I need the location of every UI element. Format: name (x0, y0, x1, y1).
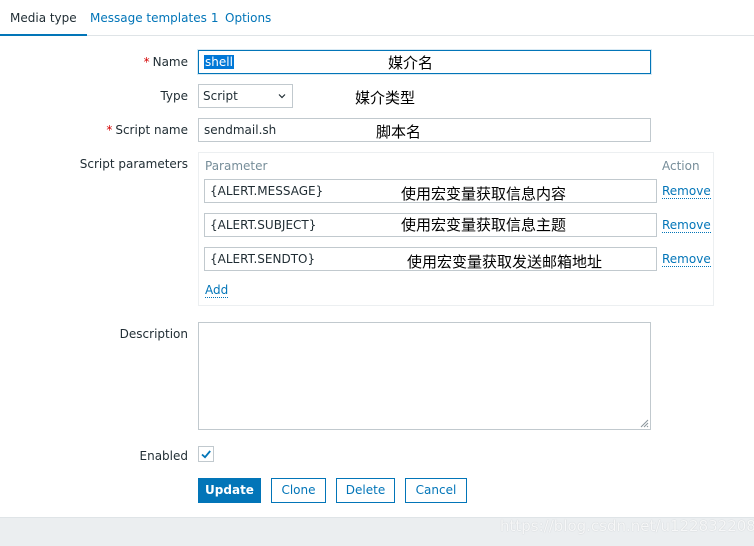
type-annotation: 媒介类型 (355, 89, 416, 107)
tab-message-templates[interactable]: Message templates 1 (90, 0, 218, 36)
type-label: Type (160, 89, 188, 103)
name-annotation: 媒介名 (388, 54, 434, 72)
cancel-button[interactable]: Cancel (405, 478, 467, 503)
script-name-input[interactable]: sendmail.sh (198, 118, 651, 142)
description-label: Description (119, 327, 188, 341)
parameter-annotation: 使用宏变量获取信息内容 (401, 185, 567, 203)
parameter-annotation: 使用宏变量获取信息主题 (401, 216, 567, 234)
tab-options[interactable]: Options (225, 0, 271, 36)
add-parameter-link[interactable]: Add (205, 283, 229, 298)
script-name-label: * Script name (0, 123, 188, 137)
tab-media-type-label: Media type (10, 11, 77, 25)
script-name-required-mark: * (106, 123, 113, 137)
parameter-column-header: Parameter (205, 159, 268, 173)
tab-message-templates-count: 1 (210, 11, 219, 25)
name-label: * Name (0, 55, 188, 69)
script-parameters-label: Script parameters (79, 157, 188, 171)
parameter-value: {ALERT.MESSAGE} (210, 184, 324, 198)
tab-message-templates-label: Message templates (90, 11, 207, 25)
resize-grip-icon[interactable] (640, 419, 649, 428)
tab-media-type[interactable]: Media type (0, 0, 87, 36)
description-textarea[interactable] (198, 322, 651, 430)
script-name-annotation: 脚本名 (376, 123, 422, 141)
script-name-input-value: sendmail.sh (204, 123, 277, 137)
tab-bar: Media type Message templates 1 Options (0, 0, 754, 36)
remove-parameter-link[interactable]: Remove (662, 184, 711, 199)
checkmark-icon (201, 450, 211, 459)
script-name-label-text: Script name (115, 123, 188, 137)
enabled-checkbox[interactable] (198, 446, 214, 462)
parameter-annotation: 使用宏变量获取发送邮箱地址 (407, 253, 603, 271)
name-required-mark: * (143, 55, 150, 69)
clone-button[interactable]: Clone (271, 478, 326, 503)
media-type-form-panel: Media type Message templates 1 Options * N… (0, 0, 754, 518)
parameter-value: {ALERT.SUBJECT} (210, 218, 317, 232)
parameter-value: {ALERT.SENDTO} (210, 252, 316, 266)
remove-parameter-link[interactable]: Remove (662, 252, 711, 267)
name-input-value: shell (204, 55, 234, 69)
update-button[interactable]: Update (198, 478, 261, 503)
chevron-down-icon (278, 94, 286, 99)
action-column-header: Action (662, 159, 700, 173)
watermark: https://blog.csdn.net/u1228322088 (500, 517, 754, 535)
type-select-value: Script (203, 89, 238, 103)
type-select[interactable]: Script (198, 84, 293, 108)
tab-options-label: Options (225, 11, 272, 25)
script-parameters-table: Parameter Action {ALERT.MESSAGE} 使用宏变量获取… (198, 152, 714, 306)
delete-button[interactable]: Delete (336, 478, 395, 503)
enabled-label: Enabled (139, 449, 189, 463)
remove-parameter-link[interactable]: Remove (662, 218, 711, 233)
name-label-text: Name (152, 55, 188, 69)
